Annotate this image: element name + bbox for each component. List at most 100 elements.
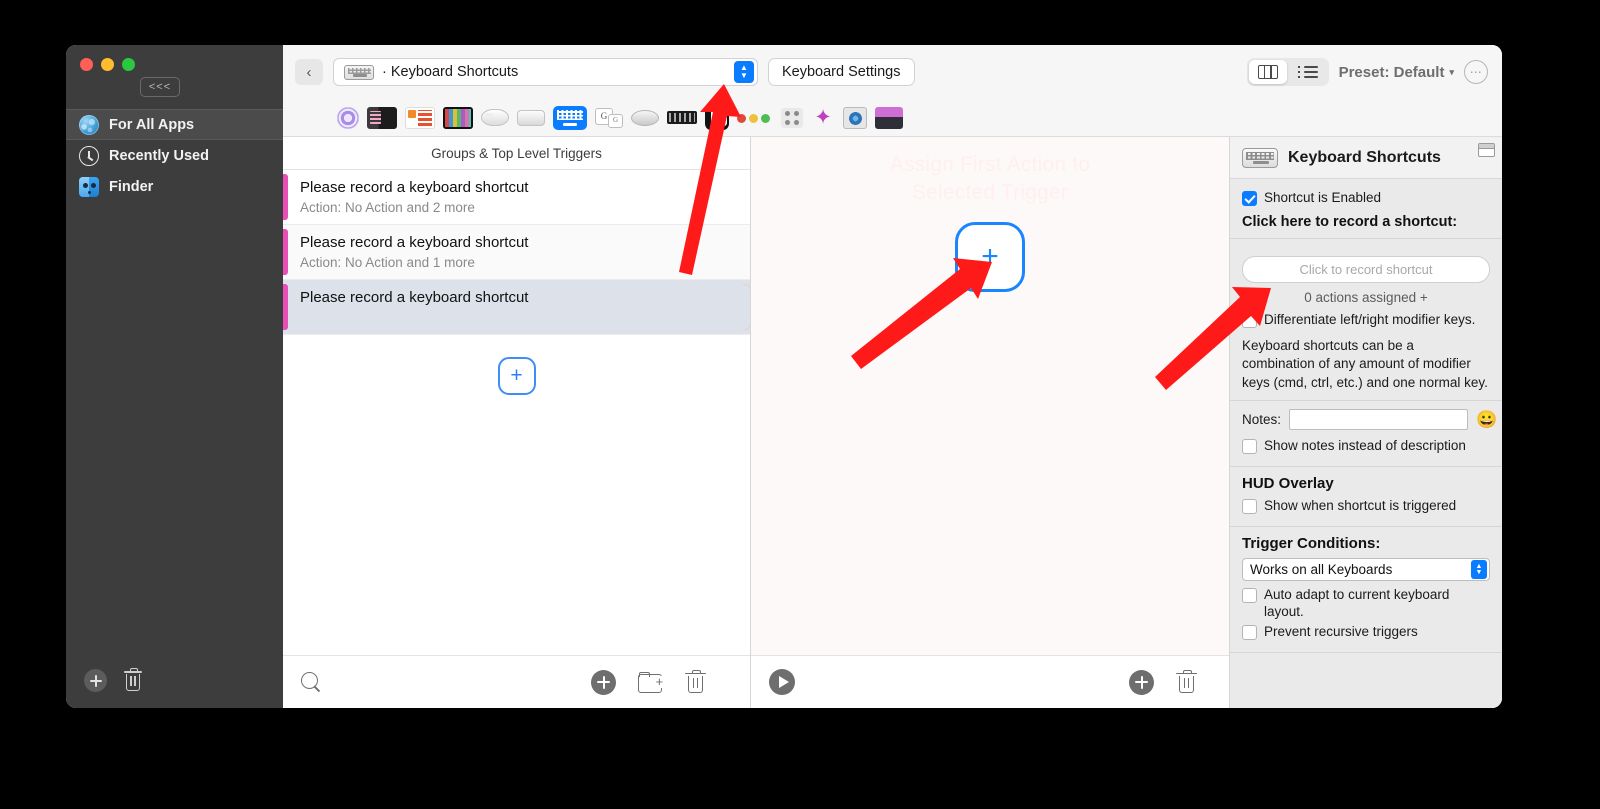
- inspector-title: Keyboard Shortcuts: [1288, 148, 1441, 166]
- sidebar-item-for-all-apps[interactable]: For All Apps: [66, 109, 283, 140]
- trigger-subtitle: Action: No Action and 2 more: [300, 200, 475, 215]
- shortcut-enabled-checkbox[interactable]: [1242, 191, 1257, 206]
- prevent-recursive-checkbox[interactable]: [1242, 624, 1257, 640]
- auto-adapt-checkbox[interactable]: [1242, 587, 1257, 603]
- preset-selector[interactable]: Preset: Default ▾: [1339, 64, 1454, 81]
- bettertouchtool-window: <<< For All Apps Recently Used Finder ‹ …: [66, 45, 1502, 708]
- shortcut-enabled-row[interactable]: Shortcut is Enabled: [1242, 190, 1490, 207]
- add-trigger-button[interactable]: +: [497, 357, 536, 395]
- inspector-hud-section: HUD Overlay Show when shortcut is trigge…: [1230, 467, 1502, 527]
- tab-columns-view[interactable]: [1248, 60, 1287, 84]
- hud-show-checkbox[interactable]: [1242, 499, 1257, 515]
- text-expander-icon[interactable]: [595, 107, 623, 128]
- inspector-notes-section: Notes: 😀 Show notes instead of descripti…: [1230, 401, 1502, 468]
- mouse-icon[interactable]: [631, 109, 659, 126]
- detach-window-icon[interactable]: [1478, 143, 1495, 157]
- color-grid-icon[interactable]: [443, 106, 473, 129]
- add-trigger-wrap: +: [283, 335, 750, 395]
- tab-list-view[interactable]: [1289, 60, 1327, 84]
- clock-icon: [79, 145, 99, 166]
- collapse-sidebar-button[interactable]: <<<: [140, 77, 180, 97]
- magic-mouse-icon[interactable]: [481, 109, 509, 126]
- stream-deck-icon[interactable]: [667, 111, 697, 124]
- add-trigger-footer-button[interactable]: [591, 669, 616, 695]
- more-options-button[interactable]: ⋯: [1464, 60, 1488, 84]
- actions-pane: Assign First Action to Selected Trigger …: [751, 137, 1230, 708]
- add-action-footer-button[interactable]: [1129, 669, 1154, 695]
- search-input[interactable]: · Keyboard Shortcuts: [382, 64, 726, 80]
- dark-keyboard-icon[interactable]: [367, 106, 397, 129]
- table-row[interactable]: Please record a keyboard shortcut Action…: [283, 170, 750, 225]
- inspector-pane: Keyboard Shortcuts Shortcut is Enabled C…: [1230, 137, 1502, 708]
- auto-adapt-label: Auto adapt to current keyboard layout.: [1264, 586, 1450, 619]
- row-drag-handle[interactable]: [743, 284, 751, 330]
- search-icon[interactable]: [301, 671, 322, 693]
- sidebar-item-label: Recently Used: [109, 147, 209, 164]
- record-shortcut-button[interactable]: Click to record shortcut: [1242, 255, 1490, 283]
- inspector-trigger-conditions-section: Trigger Conditions: Works on all Keyboar…: [1230, 527, 1502, 653]
- actions-add-button[interactable]: +: [955, 221, 1025, 292]
- globe-icon: [79, 114, 99, 135]
- inspector-body: Shortcut is Enabled Click here to record…: [1230, 179, 1502, 708]
- prevent-recursive-row[interactable]: Prevent recursive triggers: [1242, 624, 1490, 641]
- trigger-title: Please record a keyboard shortcut: [300, 289, 529, 306]
- chevron-down-icon: ▼: [1475, 568, 1483, 576]
- auto-adapt-row[interactable]: Auto adapt to current keyboard layout.: [1242, 587, 1490, 621]
- table-row-selected[interactable]: Please record a keyboard shortcut: [283, 280, 751, 335]
- keyboard-settings-button[interactable]: Keyboard Settings: [768, 58, 915, 86]
- app-sidebar: <<< For All Apps Recently Used Finder: [66, 45, 283, 708]
- minimize-button[interactable]: [101, 58, 114, 71]
- finder-icon: [79, 176, 99, 197]
- close-button[interactable]: [80, 58, 93, 71]
- select-stepper-icon[interactable]: ▲ ▼: [1471, 559, 1487, 579]
- trigger-search-field[interactable]: · Keyboard Shortcuts ▲ ▼: [333, 58, 758, 86]
- differentiate-modifiers-checkbox[interactable]: [1242, 312, 1257, 328]
- show-notes-label: Show notes instead of description: [1264, 438, 1466, 454]
- add-app-button[interactable]: [84, 669, 107, 692]
- keyboard-shortcuts-icon[interactable]: [553, 105, 587, 130]
- delete-action-button[interactable]: [1176, 669, 1197, 694]
- quad-pad-icon[interactable]: [781, 107, 803, 128]
- actions-assigned-label[interactable]: 0 actions assigned +: [1242, 290, 1490, 305]
- delete-app-button[interactable]: [123, 668, 143, 692]
- trigger-type-strip: ✦: [283, 99, 1502, 137]
- preferences-icon[interactable]: [337, 106, 359, 129]
- shortcut-enabled-label: Shortcut is Enabled: [1264, 190, 1382, 205]
- show-notes-checkbox[interactable]: [1242, 439, 1257, 455]
- trackpad-icon[interactable]: [517, 109, 545, 126]
- notes-input[interactable]: [1289, 409, 1469, 431]
- new-group-icon[interactable]: +: [638, 671, 664, 693]
- sidebar-footer: [66, 668, 283, 708]
- zoom-button[interactable]: [122, 58, 135, 71]
- window-controls: [66, 45, 283, 71]
- midi-controller-icon[interactable]: [405, 106, 435, 129]
- sidebar-item-recently-used[interactable]: Recently Used: [66, 140, 283, 171]
- differentiate-modifiers-row[interactable]: Differentiate left/right modifier keys.: [1242, 312, 1490, 329]
- record-heading: Click here to record a shortcut:: [1242, 213, 1458, 230]
- table-row[interactable]: Please record a keyboard shortcut Action…: [283, 225, 750, 280]
- delete-trigger-button[interactable]: [685, 669, 706, 694]
- panes-container: Groups & Top Level Triggers Please recor…: [283, 137, 1502, 708]
- notch-bar-icon[interactable]: [705, 105, 729, 130]
- show-notes-row[interactable]: Show notes instead of description: [1242, 438, 1490, 455]
- chevron-down-icon: ▾: [1449, 66, 1454, 77]
- toolbar-search-stepper[interactable]: ▲ ▼: [734, 61, 754, 83]
- emoji-picker-icon[interactable]: 😀: [1476, 411, 1497, 428]
- trigger-conditions-heading: Trigger Conditions:: [1242, 534, 1381, 552]
- traffic-lights-icon[interactable]: [737, 112, 773, 124]
- sidebar-list: For All Apps Recently Used Finder: [66, 109, 283, 202]
- star-gesture-icon[interactable]: ✦: [811, 107, 835, 129]
- midi-knob-icon[interactable]: [843, 106, 867, 129]
- sidebar-item-finder[interactable]: Finder: [66, 171, 283, 202]
- prevent-recursive-label: Prevent recursive triggers: [1264, 623, 1418, 639]
- keyboard-condition-select[interactable]: Works on all Keyboards ▲ ▼: [1242, 557, 1490, 581]
- hud-show-label: Show when shortcut is triggered: [1264, 498, 1457, 514]
- triggers-pane-footer: +: [283, 655, 750, 708]
- hud-show-row[interactable]: Show when shortcut is triggered: [1242, 498, 1490, 515]
- shortcut-description: Keyboard shortcuts can be a combination …: [1242, 337, 1488, 390]
- differentiate-modifiers-label: Differentiate left/right modifier keys.: [1264, 311, 1476, 327]
- hud-overlay-heading: HUD Overlay: [1242, 475, 1334, 493]
- back-button[interactable]: ‹: [295, 59, 323, 85]
- run-action-button[interactable]: [769, 669, 795, 695]
- window-snap-icon[interactable]: [875, 106, 903, 129]
